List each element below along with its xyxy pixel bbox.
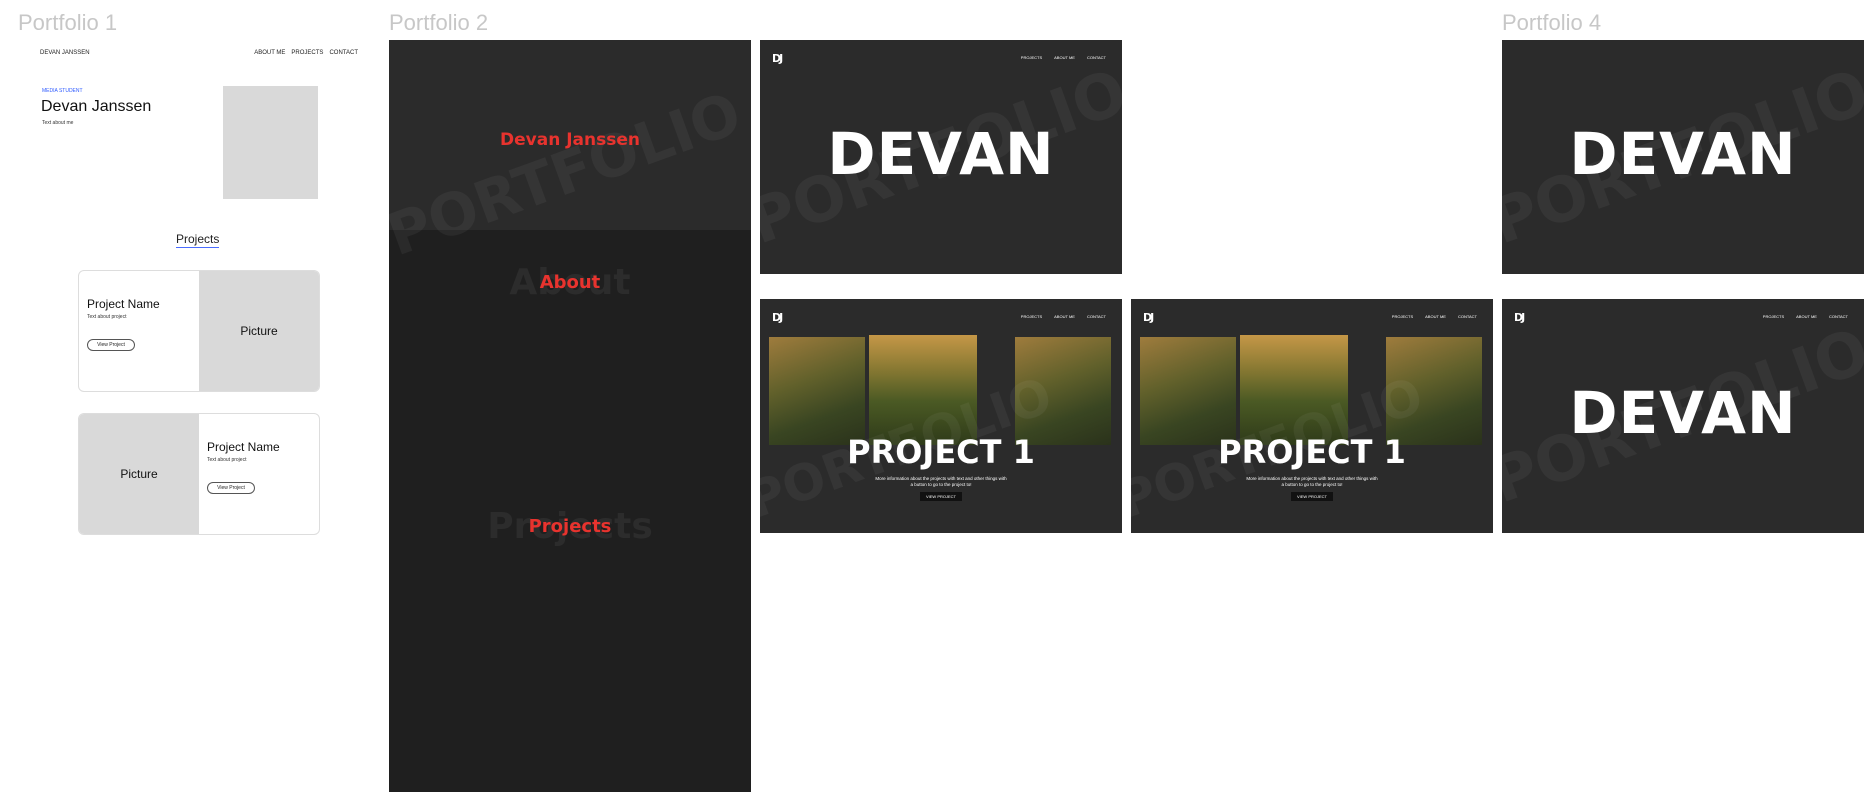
project-frame[interactable]: DJ PROJECTS ABOUT ME CONTACT PORTFOLIO P…	[1131, 299, 1493, 533]
p2-name: Devan Janssen	[500, 130, 640, 150]
top-nav: PROJECTS ABOUT ME CONTACT	[1392, 314, 1477, 319]
top-nav: PROJECTS ABOUT ME CONTACT	[1763, 314, 1848, 319]
project-text: Text about project	[87, 314, 127, 320]
project-card[interactable]: Picture Project Name Text about project …	[78, 413, 320, 535]
top-nav: PROJECTS ABOUT ME CONTACT	[1021, 314, 1106, 319]
nav-contact[interactable]: CONTACT	[1087, 314, 1106, 319]
portfolio-1-frame[interactable]: DEVAN JANSSEN ABOUT ME PROJECTS CONTACT …	[18, 38, 358, 558]
dj-logo-icon[interactable]: DJ	[772, 52, 783, 65]
hero-frame[interactable]: PORTFOLIO DJ PROJECTS ABOUT ME CONTACT D…	[760, 40, 1122, 274]
view-project-button[interactable]: VIEW PROJECT	[1291, 492, 1333, 501]
project-desc-line-2: a button to go to the project to!	[1281, 482, 1343, 487]
project-name: Project Name	[207, 440, 280, 454]
project-picture: Picture	[79, 414, 199, 534]
hero-frame[interactable]: PORTFOLIO DJ PROJECTS ABOUT ME CONTACT D…	[1502, 299, 1864, 533]
frame-label-portfolio-1[interactable]: Portfolio 1	[18, 10, 117, 36]
project-photo-left	[1140, 337, 1236, 445]
nav-about-me[interactable]: ABOUT ME	[1054, 314, 1075, 319]
hero-name: Devan Janssen	[41, 98, 152, 115]
p2-projects-heading[interactable]: Projects	[389, 516, 751, 537]
nav-projects[interactable]: PROJECTS	[1021, 55, 1042, 60]
brand-text: DEVAN JANSSEN	[40, 50, 90, 56]
nav-projects[interactable]: PROJECTS	[1021, 314, 1042, 319]
dj-logo-icon[interactable]: DJ	[1143, 311, 1154, 324]
hero-title: DEVAN	[827, 120, 1055, 188]
nav-about-me[interactable]: ABOUT ME	[1054, 55, 1075, 60]
view-project-button[interactable]: View Project	[207, 482, 255, 494]
nav-contact[interactable]: CONTACT	[1829, 314, 1848, 319]
nav-contact[interactable]: CONTACT	[1087, 55, 1106, 60]
project-title: PROJECT 1	[847, 433, 1035, 471]
top-nav: ABOUT ME PROJECTS CONTACT	[254, 50, 358, 56]
dj-logo-icon[interactable]: DJ	[772, 311, 783, 324]
nav-projects[interactable]: PROJECTS	[1763, 314, 1784, 319]
project-desc-line-2: a button to go to the project to!	[910, 482, 972, 487]
hero-title: DEVAN	[1569, 120, 1797, 188]
project-picture: Picture	[199, 271, 319, 391]
portfolio-2-frame[interactable]: PORTFOLIO Devan Janssen About About Proj…	[389, 40, 751, 792]
p2-about-heading[interactable]: About	[389, 272, 751, 293]
nav-about-me[interactable]: ABOUT ME	[254, 50, 285, 56]
about-text: Text about me	[42, 120, 74, 126]
project-card[interactable]: Project Name Text about project View Pro…	[78, 270, 320, 392]
project-text: Text about project	[207, 457, 247, 463]
project-title: PROJECT 1	[1218, 433, 1406, 471]
top-nav: PROJECTS ABOUT ME CONTACT	[1021, 55, 1106, 60]
nav-about-me[interactable]: ABOUT ME	[1425, 314, 1446, 319]
view-project-button[interactable]: View Project	[87, 339, 135, 351]
project-photo-left	[769, 337, 865, 445]
dj-logo-icon[interactable]: DJ	[1514, 311, 1525, 324]
hero-frame[interactable]: PORTFOLIO DEVAN	[1502, 40, 1864, 274]
nav-projects[interactable]: PROJECTS	[1392, 314, 1413, 319]
nav-projects[interactable]: PROJECTS	[291, 50, 323, 56]
nav-contact[interactable]: CONTACT	[329, 50, 358, 56]
project-name: Project Name	[87, 297, 160, 311]
frame-label-portfolio-2[interactable]: Portfolio 2	[389, 10, 488, 36]
profile-picture-placeholder	[223, 86, 318, 199]
nav-about-me[interactable]: ABOUT ME	[1796, 314, 1817, 319]
hero-title: DEVAN	[1569, 379, 1797, 447]
project-frame[interactable]: DJ PROJECTS ABOUT ME CONTACT PORTFOLIO P…	[760, 299, 1122, 533]
view-project-button[interactable]: VIEW PROJECT	[920, 492, 962, 501]
frame-label-portfolio-4[interactable]: Portfolio 4	[1502, 10, 1601, 36]
projects-heading: Projects	[176, 232, 220, 248]
nav-contact[interactable]: CONTACT	[1458, 314, 1477, 319]
kicker-text: MEDIA STUDENT	[42, 88, 83, 94]
